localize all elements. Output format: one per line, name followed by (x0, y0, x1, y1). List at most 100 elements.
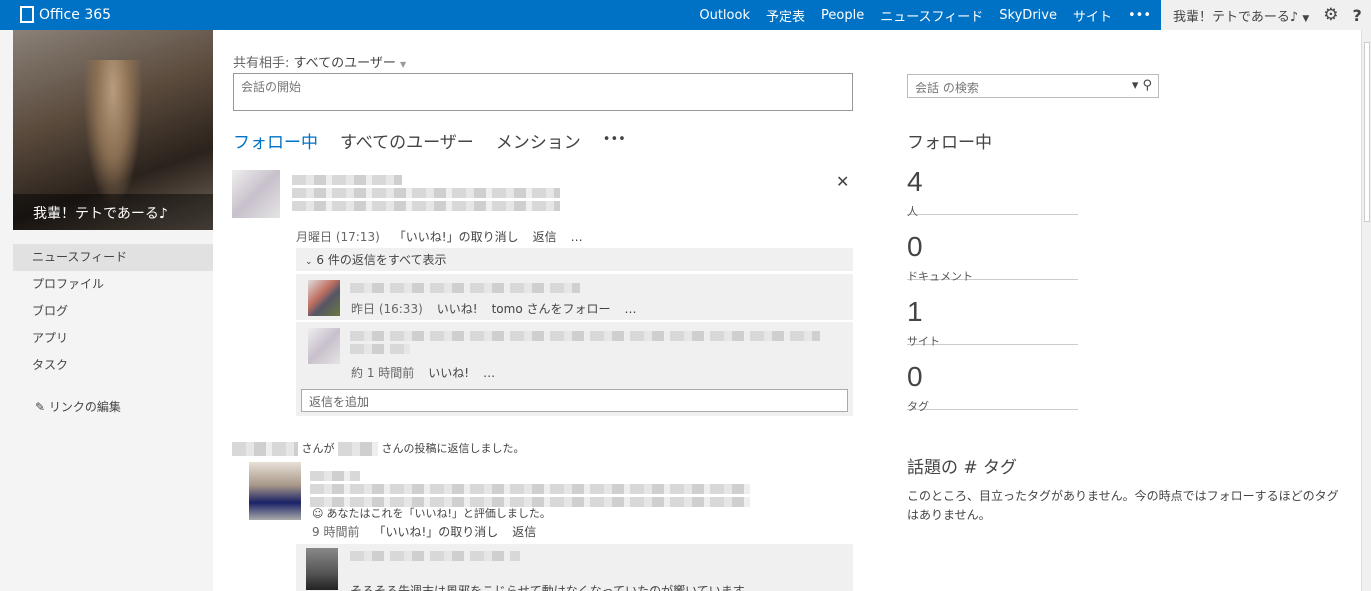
reply-content-blurred (350, 280, 580, 296)
tab-everyone[interactable]: すべてのユーザー (340, 128, 474, 153)
reply-item: 約 1 時間前 いいね! … (296, 320, 853, 384)
post-content-blurred (310, 468, 750, 510)
stat-label: 人 (907, 205, 918, 218)
share-value: すべてのユーザー (293, 56, 396, 71)
sidebar-item-blog[interactable]: ブログ (13, 298, 213, 325)
top-bar: Office 365 Outlook 予定表 People ニュースフィード S… (0, 0, 1371, 34)
reply-content-blurred (350, 328, 820, 357)
like-link[interactable]: いいね! (437, 302, 478, 316)
nav-more[interactable]: ••• (1128, 8, 1151, 23)
unlike-link[interactable]: 「いいね!」の取り消し (394, 230, 519, 244)
user-menu[interactable]: 我輩！テトであーる♪ ▼ (1173, 6, 1309, 25)
profile-photo[interactable]: 我輩！テトであーる♪ (13, 30, 213, 230)
stat-label: サイト (907, 335, 940, 348)
scrollbar[interactable] (1361, 30, 1371, 591)
chevron-down-icon: ▼ (399, 60, 407, 69)
gear-icon[interactable]: ⚙ (1323, 5, 1338, 25)
office-icon (20, 6, 34, 23)
reply-link[interactable]: 返信 (533, 230, 557, 244)
replies-panel: ⌄ 6 件の返信をすべて表示 昨日 (16:33) いいね! tomo さんをフォロ… (296, 248, 853, 416)
nav-calendar[interactable]: 予定表 (766, 6, 805, 25)
nav-skydrive[interactable]: SkyDrive (999, 8, 1057, 23)
follow-link[interactable]: tomo さんをフォロー (492, 302, 611, 316)
share-label: 共有相手: (233, 56, 290, 71)
stat-sites[interactable]: 1 サイト (907, 295, 1078, 348)
post-meta: 9 時間前 「いいね!」の取り消し 返信 (312, 523, 550, 540)
search-placeholder: 会話 の検索 (915, 81, 979, 95)
office365-logo[interactable]: Office 365 (20, 6, 111, 23)
tab-mentions[interactable]: メンション (496, 128, 581, 153)
reply-time: 約 1 時間前 (351, 366, 415, 380)
post-time: 月曜日 (17:13) (296, 230, 380, 244)
activity-line: さんが さんの投稿に返信しました。 (232, 440, 525, 456)
nav-sites[interactable]: サイト (1073, 6, 1112, 25)
user-name: 我輩！テトであーる♪ (1173, 9, 1299, 25)
user-bar: 我輩！テトであーる♪ ▼ ⚙ ? (1161, 0, 1371, 30)
feed-tabs: フォロー中 すべてのユーザー メンション ••• (233, 128, 626, 153)
liked-text: あなたはこれを「いいね!」と評価しました。 (326, 507, 551, 520)
edit-links[interactable]: ✎ リンクの編集 (35, 398, 121, 415)
close-icon[interactable]: ✕ (836, 172, 849, 191)
quoted-content-blurred (350, 548, 520, 564)
start-conversation-input[interactable]: 会話の開始 (233, 73, 853, 111)
nav-newsfeed[interactable]: ニュースフィード (880, 6, 983, 34)
more-link[interactable]: … (571, 230, 583, 244)
stat-documents[interactable]: 0 ドキュメント (907, 230, 1078, 283)
chevron-down-icon: ▼ (1302, 13, 1310, 24)
sidebar-item-apps[interactable]: アプリ (13, 325, 213, 352)
quoted-post: そろそろ先週末は風邪をこじらせて動けなくなっていたのが響いています (296, 544, 853, 591)
tab-following[interactable]: フォロー中 (233, 128, 318, 153)
stat-count: 1 (907, 296, 923, 327)
post-meta: 月曜日 (17:13) 「いいね!」の取り消し 返信 … (296, 228, 597, 245)
reply-item: 昨日 (16:33) いいね! tomo さんをフォロー… (296, 272, 853, 320)
brand-label: Office 365 (39, 6, 112, 23)
post-content-blurred (292, 172, 560, 214)
edit-links-label: リンクの編集 (48, 400, 121, 414)
show-replies-label: 6 件の返信をすべて表示 (316, 253, 447, 267)
stat-tags[interactable]: 0 タグ (907, 360, 1078, 413)
search-icon[interactable]: ▾ ⚲ (1132, 78, 1152, 93)
post-time: 9 時間前 (312, 525, 360, 539)
liked-note: ☺ あなたはこれを「いいね!」と評価しました。 (312, 505, 565, 521)
show-all-replies[interactable]: ⌄ 6 件の返信をすべて表示 (296, 248, 853, 272)
stat-people[interactable]: 4人 (907, 165, 1078, 218)
avatar[interactable] (308, 328, 340, 364)
chevron-down-icon: ⌄ (305, 257, 313, 267)
nav-outlook[interactable]: Outlook (699, 8, 750, 23)
trending-tags-title: 話題の # タグ (907, 458, 1018, 478)
more-link[interactable]: … (624, 302, 636, 316)
smile-icon: ☺ (312, 507, 324, 520)
sidebar-item-newsfeed[interactable]: ニュースフィード (13, 244, 213, 271)
stat-label: タグ (907, 400, 929, 413)
pencil-icon: ✎ (35, 400, 46, 414)
profile-name: 我輩！テトであーる♪ (13, 194, 213, 230)
like-link[interactable]: いいね! (428, 366, 469, 380)
activity-text: さんが (301, 442, 335, 455)
top-nav: Outlook 予定表 People ニュースフィード SkyDrive サイト… (699, 0, 1151, 34)
tab-more[interactable]: ••• (603, 128, 626, 153)
avatar[interactable] (232, 170, 280, 218)
reply-meta: 約 1 時間前 いいね! … (351, 364, 509, 381)
stat-label: ドキュメント (907, 270, 973, 283)
quoted-text: そろそろ先週末は風邪をこじらせて動けなくなっていたのが響いています (350, 584, 745, 591)
stat-count: 0 (907, 231, 923, 262)
avatar[interactable] (308, 280, 340, 316)
avatar[interactable] (306, 548, 338, 590)
conversation-search-input[interactable]: 会話 の検索 ▾ ⚲ (907, 74, 1159, 98)
more-link[interactable]: … (483, 366, 495, 380)
share-with[interactable]: 共有相手: すべてのユーザー ▼ (233, 52, 406, 71)
scrollbar-thumb[interactable] (1364, 42, 1370, 222)
add-reply-input[interactable]: 返信を追加 (301, 389, 848, 412)
sidebar-nav: ニュースフィード プロファイル ブログ アプリ タスク (13, 244, 213, 379)
sidebar-item-tasks[interactable]: タスク (13, 352, 213, 379)
reply-meta: 昨日 (16:33) いいね! tomo さんをフォロー… (351, 300, 650, 317)
help-icon[interactable]: ? (1352, 6, 1361, 25)
sidebar: 我輩！テトであーる♪ ニュースフィード プロファイル ブログ アプリ タスク ✎… (0, 30, 213, 591)
following-title: フォロー中 (907, 133, 992, 153)
unlike-link[interactable]: 「いいね!」の取り消し (373, 525, 498, 539)
nav-people[interactable]: People (821, 8, 864, 23)
sidebar-item-profile[interactable]: プロファイル (13, 271, 213, 298)
reply-link[interactable]: 返信 (512, 525, 536, 539)
trending-tags-message: このところ、目立ったタグがありません。今の時点ではフォローするほどのタグはありま… (907, 489, 1339, 522)
avatar[interactable] (249, 462, 301, 520)
